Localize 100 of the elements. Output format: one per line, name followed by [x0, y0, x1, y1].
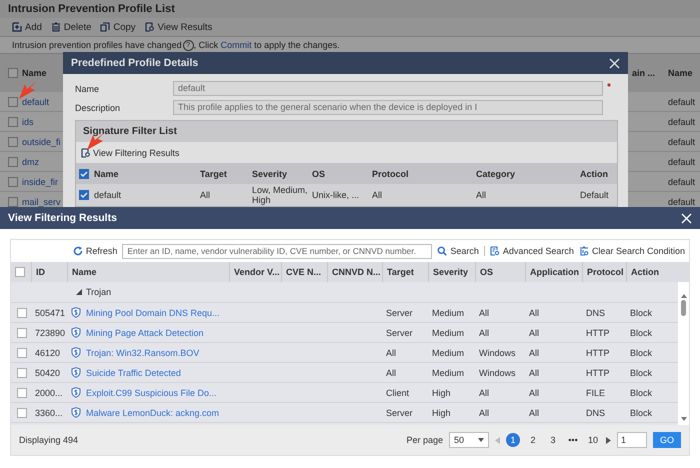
signature-link[interactable]: Exploit.C99 Suspicious File Do...: [86, 388, 217, 398]
checkbox[interactable]: [8, 68, 18, 78]
input-field[interactable]: default: [173, 81, 603, 96]
scroll-thumb[interactable]: [681, 300, 686, 316]
column-header: Category: [475, 168, 516, 181]
go-button[interactable]: GO: [653, 432, 681, 448]
table-cell-text: Server: [385, 326, 414, 340]
per-page-select[interactable]: 50: [449, 432, 489, 448]
checkbox[interactable]: [15, 267, 25, 277]
table-cell-text: High: [431, 406, 452, 420]
signature-link[interactable]: Mining Pool Domain DNS Requ...: [86, 308, 220, 318]
input-field[interactable]: This profile applies to the general scenario when the device is deployed in I: [173, 100, 603, 115]
copy-icon: [100, 22, 110, 32]
group-label: Trojan: [86, 287, 112, 297]
table-cell-text: Block: [629, 306, 654, 320]
checkbox[interactable]: [8, 196, 18, 206]
shield-icon: [71, 307, 81, 318]
document-search-icon: [81, 148, 91, 158]
toolbar-button[interactable]: Add: [12, 22, 42, 32]
checkbox[interactable]: [17, 408, 27, 418]
previous-page-icon[interactable]: [495, 436, 500, 444]
record-count: Displaying 494: [19, 435, 78, 445]
table-cell-text: FILE: [585, 386, 606, 400]
signature-link[interactable]: Malware LemonDuck: ackng.com: [86, 408, 220, 418]
table-cell-text: All: [478, 386, 490, 400]
search-icon: [437, 246, 448, 256]
close-icon[interactable]: [609, 58, 620, 68]
document-search-icon: [144, 22, 155, 32]
table-cell-text: All: [478, 306, 490, 320]
checkbox[interactable]: [79, 168, 89, 178]
shield-icon: [71, 407, 81, 418]
table-cell-text: Medium: [431, 326, 466, 340]
close-icon[interactable]: [681, 212, 692, 224]
table-cell-text: Block: [629, 386, 654, 400]
table-cell-text: default: [667, 196, 696, 206]
table-cell-text: All: [528, 386, 540, 400]
toolbar-button[interactable]: Delete: [50, 22, 92, 32]
checkbox[interactable]: [8, 156, 18, 166]
column-header: Target: [199, 168, 228, 181]
table-cell-text: Windows: [478, 366, 517, 380]
table-cell-text: All: [528, 366, 540, 380]
toolbar-button[interactable]: View Results: [144, 22, 212, 32]
table-cell-text: default: [667, 96, 696, 106]
table-cell-text: default: [667, 116, 696, 126]
search-field[interactable]: Enter an ID, name, vendor vulnerability ID, CVE number, or CNNVD number.: [122, 244, 432, 258]
checkbox[interactable]: [17, 368, 27, 378]
refresh-button[interactable]: Refresh: [72, 246, 118, 256]
toolbar-button[interactable]: Copy: [100, 22, 136, 32]
table-cell-text: All: [478, 326, 490, 340]
table-cell-text: All: [475, 189, 488, 202]
column-header: Name: [21, 68, 48, 78]
caret-icon[interactable]: [76, 289, 82, 295]
page-number-field[interactable]: 1: [617, 432, 647, 448]
signature-link[interactable]: Suicide Traffic Detected: [86, 368, 181, 378]
signature-link[interactable]: Mining Page Attack Detection: [86, 328, 204, 338]
notice-text: to apply the changes.: [253, 40, 340, 50]
checkbox[interactable]: [17, 308, 27, 318]
table-cell-text: DNS: [585, 306, 606, 320]
clear-search-button[interactable]: Clear Search Condition: [578, 246, 685, 256]
table-cell-text: default: [667, 136, 696, 146]
refresh-icon: [72, 246, 83, 256]
table-cell-text: Server: [385, 306, 414, 320]
checkbox[interactable]: [8, 96, 18, 106]
page-button[interactable]: 2: [526, 433, 540, 447]
table-cell-text: default: [667, 156, 696, 166]
checkbox[interactable]: [17, 328, 27, 338]
advanced-search-button[interactable]: Advanced Search: [490, 246, 574, 256]
caret-icon: [478, 438, 484, 442]
checkbox[interactable]: [8, 116, 18, 126]
search-button[interactable]: Search: [437, 246, 479, 256]
signature-link[interactable]: Trojan: Win32.Ransom.BOV: [86, 348, 200, 358]
table-cell-text: 3360...: [34, 406, 64, 420]
next-page-icon[interactable]: [606, 436, 611, 444]
view-results-link[interactable]: View Filtering Results: [76, 142, 180, 163]
checkbox[interactable]: [8, 176, 18, 186]
commit-link[interactable]: Commit: [220, 40, 252, 50]
checkbox[interactable]: [17, 348, 27, 358]
table-cell-text: All: [371, 189, 384, 202]
table-cell-text: Medium: [431, 306, 466, 320]
scroll-down-icon[interactable]: [680, 417, 686, 421]
column-header: Protocol: [371, 168, 410, 180]
page-button[interactable]: 3: [546, 433, 560, 447]
checkbox[interactable]: [8, 136, 18, 146]
panel-title: Signature Filter List: [76, 121, 617, 142]
checkbox[interactable]: [79, 190, 89, 200]
dialog-title: View Filtering Results: [8, 212, 117, 224]
scroll-up-icon[interactable]: [680, 294, 686, 298]
table-cell-text: All: [478, 406, 490, 420]
page-button[interactable]: •••: [566, 433, 580, 447]
page-button[interactable]: 10: [586, 433, 600, 447]
table-cell-text: Windows: [478, 346, 517, 360]
checkbox[interactable]: [17, 388, 27, 398]
page-button[interactable]: 1: [506, 433, 520, 447]
scrollbar[interactable]: [678, 282, 689, 425]
column-header: OS: [311, 168, 326, 180]
table-cell-text: Client: [385, 386, 410, 400]
table-cell-text: 46120: [34, 346, 62, 360]
table-cell-text: Unix-like, ...: [311, 189, 360, 202]
table-cell-text: High: [431, 386, 452, 400]
column-header: ain ...: [632, 68, 656, 78]
